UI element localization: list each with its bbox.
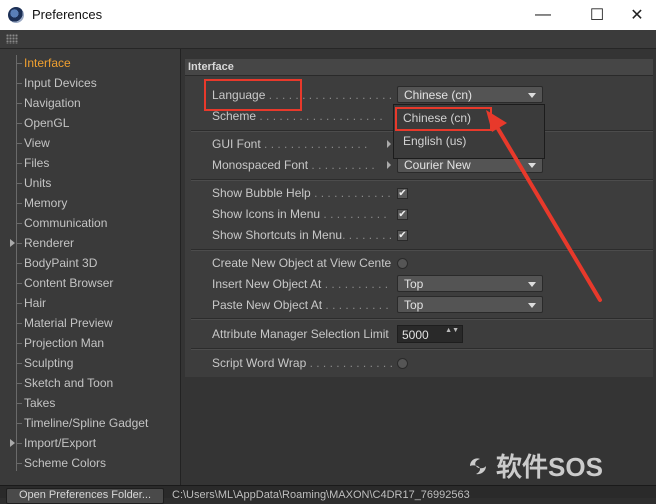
status-bar: Open Preferences Folder... C:\Users\ML\A… (0, 485, 656, 504)
watermark-logo-icon (470, 457, 486, 474)
watermark-text: 软件SOS (496, 452, 603, 482)
open-preferences-folder-button[interactable]: Open Preferences Folder... (6, 488, 164, 504)
watermark: 软件SOS (466, 447, 603, 484)
annotation-arrow (486, 110, 602, 302)
preferences-path: C:\Users\ML\AppData\Roaming\MAXON\C4DR17… (172, 489, 470, 501)
